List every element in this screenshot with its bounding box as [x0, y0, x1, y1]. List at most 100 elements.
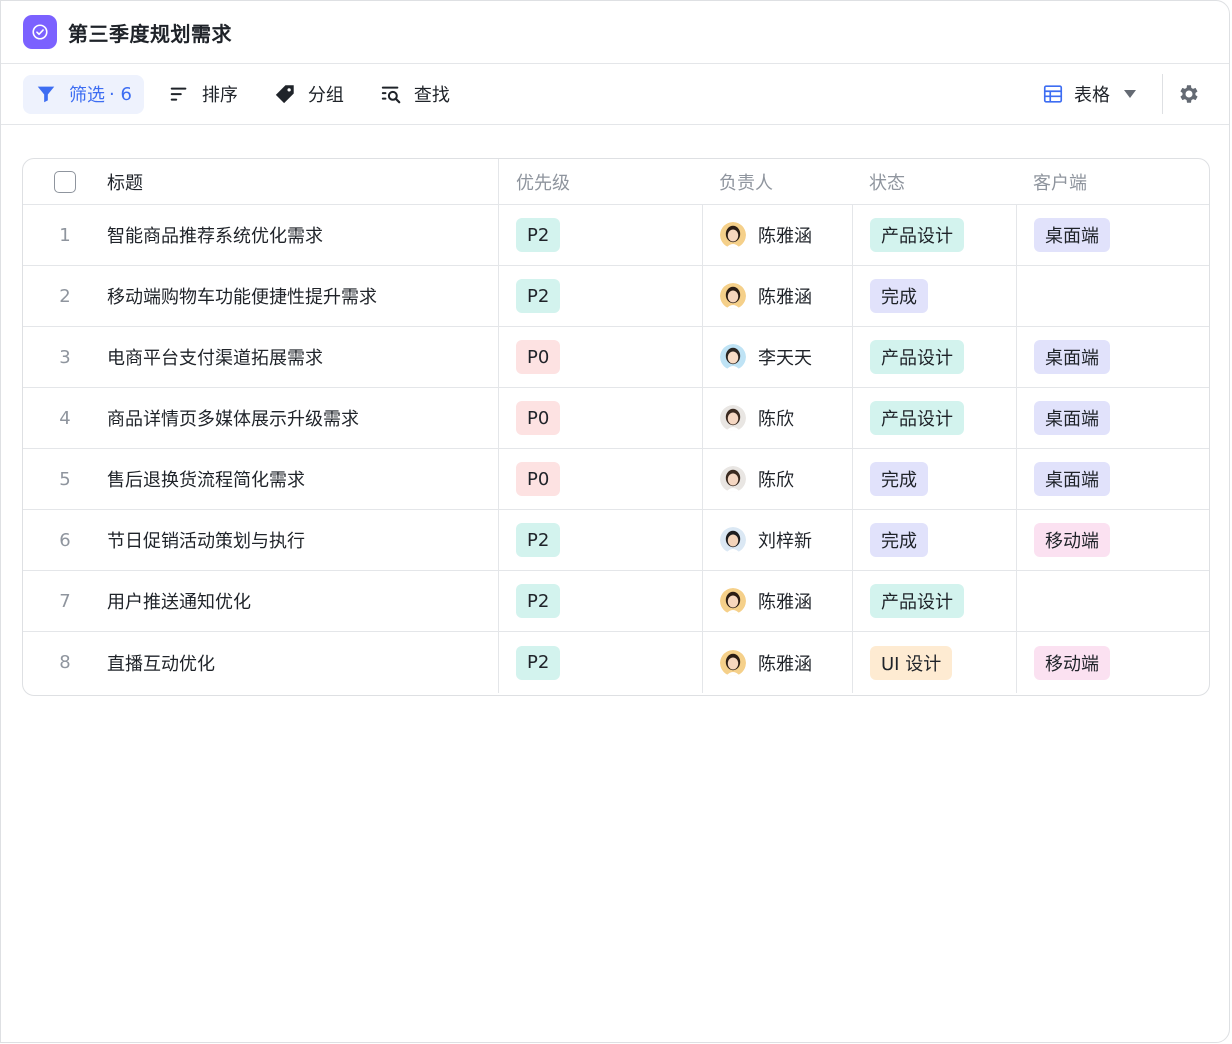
row-title[interactable]: 直播互动优化: [107, 632, 498, 693]
column-header-title[interactable]: 标题: [107, 159, 498, 204]
row-owner-cell[interactable]: 陈雅涵: [702, 571, 852, 631]
row-client-cell[interactable]: 移动端: [1016, 510, 1209, 570]
settings-button[interactable]: [1171, 76, 1207, 112]
avatar: [720, 466, 746, 492]
table-row[interactable]: 6 节日促销活动策划与执行 P2 刘梓新 完成 移动端: [23, 510, 1209, 571]
group-label: 分组: [307, 85, 344, 106]
table-row[interactable]: 2 移动端购物车功能便捷性提升需求 P2 陈雅涵 完成: [23, 266, 1209, 327]
row-title[interactable]: 节日促销活动策划与执行: [107, 510, 498, 570]
client-tag: 桌面端: [1034, 340, 1110, 374]
caret-down-icon: [1124, 90, 1136, 98]
row-priority-cell[interactable]: P2: [498, 632, 702, 693]
filter-icon: [37, 86, 55, 103]
row-client-cell[interactable]: 桌面端: [1016, 205, 1209, 265]
row-title[interactable]: 电商平台支付渠道拓展需求: [107, 327, 498, 387]
priority-tag: P2: [516, 584, 561, 618]
client-tag: 桌面端: [1034, 401, 1110, 435]
row-priority-cell[interactable]: P2: [498, 205, 702, 265]
row-owner-cell[interactable]: 陈欣: [702, 449, 852, 509]
avatar: [720, 649, 746, 676]
owner-name: 陈雅涵: [758, 226, 812, 247]
row-priority-cell[interactable]: P2: [498, 571, 702, 631]
table-view-icon: [1043, 85, 1063, 103]
row-client-cell[interactable]: 桌面端: [1016, 327, 1209, 387]
table-row[interactable]: 4 商品详情页多媒体展示升级需求 P0 陈欣 产品设计 桌面端: [23, 388, 1209, 449]
row-owner-cell[interactable]: 刘梓新: [702, 510, 852, 570]
page-title: 第三季度规划需求: [68, 21, 232, 46]
row-status-cell[interactable]: UI 设计: [852, 632, 1016, 693]
avatar: [720, 588, 746, 614]
row-priority-cell[interactable]: P0: [498, 449, 702, 509]
row-title[interactable]: 移动端购物车功能便捷性提升需求: [107, 266, 498, 326]
row-client-cell[interactable]: [1016, 266, 1209, 326]
find-button[interactable]: 查找: [368, 75, 462, 114]
status-badge: 产品设计: [870, 584, 964, 618]
filter-button[interactable]: 筛选 · 6: [23, 74, 144, 114]
row-status-cell[interactable]: 完成: [852, 510, 1016, 570]
avatar: [720, 405, 746, 431]
row-priority-cell[interactable]: P2: [498, 510, 702, 570]
sort-button[interactable]: 排序: [156, 75, 250, 114]
avatar: [720, 527, 746, 553]
row-index: 7: [59, 590, 71, 612]
row-owner-cell[interactable]: 陈欣: [702, 388, 852, 448]
column-header-client[interactable]: 客户端: [1016, 159, 1209, 204]
row-index: 8: [59, 652, 71, 673]
client-tag: 移动端: [1034, 645, 1110, 680]
search-list-icon: [381, 86, 401, 104]
column-header-owner[interactable]: 负责人: [702, 159, 852, 204]
owner-name: 陈雅涵: [758, 592, 812, 613]
row-client-cell[interactable]: [1016, 571, 1209, 631]
group-button[interactable]: 分组: [262, 75, 356, 114]
row-status-cell[interactable]: 产品设计: [852, 388, 1016, 448]
status-badge: 完成: [870, 279, 928, 313]
filter-label: 筛选: [69, 85, 105, 106]
row-index: 5: [59, 468, 71, 490]
priority-tag: P2: [516, 645, 561, 680]
column-header-status[interactable]: 状态: [852, 159, 1016, 204]
row-title[interactable]: 商品详情页多媒体展示升级需求: [107, 388, 498, 448]
row-owner-cell[interactable]: 陈雅涵: [702, 632, 852, 693]
row-client-cell[interactable]: 移动端: [1016, 632, 1209, 693]
owner-name: 李天天: [758, 348, 812, 369]
owner-name: 陈雅涵: [758, 653, 812, 675]
priority-tag: P0: [516, 462, 561, 496]
row-title[interactable]: 智能商品推荐系统优化需求: [107, 205, 498, 265]
owner-name: 刘梓新: [758, 531, 812, 552]
table-header-row: 标题 优先级 负责人 状态 客户端: [23, 159, 1209, 205]
table-row[interactable]: 5 售后退换货流程简化需求 P0 陈欣 完成 桌面端: [23, 449, 1209, 510]
row-owner-cell[interactable]: 李天天: [702, 327, 852, 387]
priority-tag: P2: [516, 279, 561, 313]
table-row[interactable]: 1 智能商品推荐系统优化需求 P2 陈雅涵 产品设计 桌面端: [23, 205, 1209, 266]
row-status-cell[interactable]: 完成: [852, 449, 1016, 509]
table-row[interactable]: 3 电商平台支付渠道拓展需求 P0 李天天 产品设计 桌面端: [23, 327, 1209, 388]
row-status-cell[interactable]: 产品设计: [852, 205, 1016, 265]
row-status-cell[interactable]: 完成: [852, 266, 1016, 326]
row-priority-cell[interactable]: P2: [498, 266, 702, 326]
select-all-checkbox[interactable]: [54, 170, 76, 193]
row-priority-cell[interactable]: P0: [498, 327, 702, 387]
row-title[interactable]: 售后退换货流程简化需求: [107, 449, 498, 509]
view-switcher[interactable]: 表格: [1032, 75, 1146, 114]
status-badge: 完成: [870, 462, 928, 496]
priority-tag: P2: [516, 523, 561, 557]
row-index: 6: [59, 529, 71, 551]
client-tag: 移动端: [1034, 523, 1110, 557]
row-status-cell[interactable]: 产品设计: [852, 571, 1016, 631]
avatar: [720, 222, 746, 248]
status-badge: 产品设计: [870, 340, 964, 374]
table-row[interactable]: 7 用户推送通知优化 P2 陈雅涵 产品设计: [23, 571, 1209, 632]
row-priority-cell[interactable]: P0: [498, 388, 702, 448]
row-title[interactable]: 用户推送通知优化: [107, 571, 498, 631]
row-client-cell[interactable]: 桌面端: [1016, 388, 1209, 448]
row-owner-cell[interactable]: 陈雅涵: [702, 266, 852, 326]
row-owner-cell[interactable]: 陈雅涵: [702, 205, 852, 265]
row-client-cell[interactable]: 桌面端: [1016, 449, 1209, 509]
row-status-cell[interactable]: 产品设计: [852, 327, 1016, 387]
table-row[interactable]: 8 直播互动优化 P2 陈雅涵 UI 设计 移动端: [23, 632, 1209, 693]
sort-label: 排序: [201, 85, 238, 106]
owner-name: 陈雅涵: [758, 287, 812, 308]
toolbar-divider: [1162, 74, 1163, 114]
select-all-cell: [23, 159, 107, 204]
column-header-priority[interactable]: 优先级: [498, 159, 702, 204]
